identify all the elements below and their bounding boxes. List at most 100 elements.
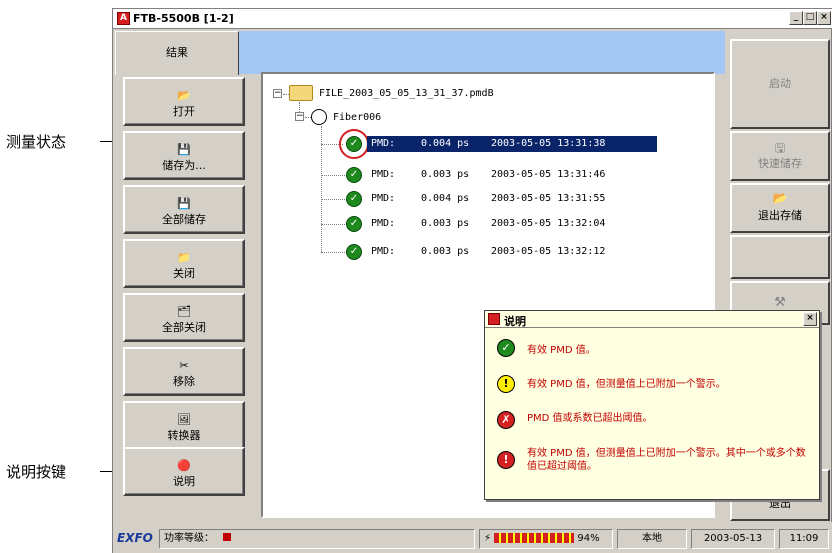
converter-icon: 🖼: [177, 413, 191, 426]
valid-check-icon: ✓: [346, 167, 362, 183]
row-value: 0.003 ps: [421, 218, 470, 229]
row-label: PMD:: [371, 193, 396, 204]
measurement-row[interactable]: PMD: 0.004 ps 2003-05-05 13:31:38: [367, 136, 657, 152]
tools-icon: ⚒: [774, 295, 786, 310]
valid-check-icon: ✓: [346, 244, 362, 260]
date-field: 2003-05-13: [691, 529, 775, 549]
close-button[interactable]: ×: [817, 11, 831, 25]
legend-item-warning-threshold: 有效 PMD 值，但测量值上已附加一个警示。其中一个或多个数值已超过阈值。: [527, 448, 806, 472]
warning-error-icon: !: [497, 451, 515, 469]
measurement-row[interactable]: PMD: 0.003 ps 2003-05-05 13:32:04: [367, 216, 657, 232]
close-all-button-label: 全部关闭: [162, 321, 206, 334]
power-level-label: 功率等级：: [164, 533, 214, 544]
quick-save-label: 快速储存: [758, 157, 802, 170]
floppy-icon: 🖫: [774, 141, 786, 155]
row-label: PMD:: [371, 218, 396, 229]
valid-check-icon: ✓: [346, 191, 362, 207]
open-button-label: 打开: [173, 105, 195, 118]
battery-gauge: [494, 533, 575, 543]
legend-button-label: 说明: [173, 475, 195, 488]
row-value: 0.004 ps: [421, 138, 470, 149]
legend-item-warning: 有效 PMD 值，但测量值上已附加一个警示。: [527, 379, 726, 390]
callout-legend-button: 说明按键: [6, 463, 67, 481]
callout-measurement-status: 测量状态: [6, 133, 67, 151]
folder-icon: [289, 85, 313, 101]
fiber-icon: [311, 109, 327, 125]
row-value: 0.003 ps: [421, 169, 470, 180]
row-value: 0.003 ps: [421, 246, 470, 257]
plug-icon: ⚡: [484, 533, 492, 544]
legend-icon: 🔴: [177, 459, 191, 472]
tree-connector: [321, 224, 345, 225]
brand-logo: EXFO: [117, 531, 153, 545]
valid-check-icon: ✓: [346, 136, 362, 152]
status-bar: EXFO 功率等级： ⚡ 94% 本地 2003-05-13 11:09: [113, 522, 832, 553]
power-level-bar: [223, 533, 232, 541]
remove-button[interactable]: ✂ 移除: [123, 347, 245, 396]
row-time: 2003-05-05 13:32:12: [491, 246, 606, 257]
save-as-button-label: 储存为...: [162, 159, 206, 172]
legend-title-bar: 说明 ×: [485, 311, 819, 328]
legend-item-threshold: PMD 值或系数已超出阈值。: [527, 413, 653, 424]
row-label: PMD:: [371, 169, 396, 180]
measurement-row[interactable]: PMD: 0.003 ps 2003-05-05 13:32:12: [367, 244, 657, 260]
app-icon: [488, 313, 500, 325]
quick-save-button[interactable]: 🖫 快速储存: [730, 131, 830, 181]
legend-item-valid: 有效 PMD 值。: [527, 345, 596, 356]
minimize-button[interactable]: _: [789, 11, 803, 25]
valid-check-icon: ✓: [346, 216, 362, 232]
save-all-button[interactable]: 💾 全部储存: [123, 185, 245, 234]
fiber-name[interactable]: Fiber006: [333, 112, 381, 123]
row-time: 2003-05-05 13:31:46: [491, 169, 606, 180]
open-folder-icon: 📂: [772, 191, 788, 205]
app-icon: A: [117, 12, 130, 25]
converter-button-label: 转换器: [167, 429, 201, 442]
collapse-file-icon[interactable]: −: [273, 89, 282, 98]
tree-connector: [321, 252, 345, 253]
legend-button[interactable]: 🔴 说明: [123, 447, 245, 496]
floppy-icon: 💾: [177, 143, 191, 156]
legend-title: 说明: [504, 315, 526, 328]
start-button[interactable]: 启动: [730, 39, 830, 129]
error-icon: ✗: [497, 411, 515, 429]
row-label: PMD:: [371, 138, 396, 149]
converter-button[interactable]: 🖼 转换器: [123, 401, 245, 450]
close-file-button-label: 关闭: [173, 267, 195, 280]
open-button[interactable]: 📂 打开: [123, 77, 245, 126]
file-name[interactable]: FILE_2003_05_05_13_31_37.pmdB: [319, 88, 494, 99]
measurement-row[interactable]: PMD: 0.004 ps 2003-05-05 13:31:55: [367, 191, 657, 207]
battery-percent: 94%: [577, 533, 600, 544]
tree-connector: [321, 175, 345, 176]
close-all-button[interactable]: 🗂 全部关闭: [123, 293, 245, 342]
warning-icon: !: [497, 375, 515, 393]
folders-icon: 🗂: [177, 305, 191, 318]
valid-check-icon: ✓: [497, 339, 515, 357]
title-bar: A FTB-5500B [1-2] _ □ ×: [113, 9, 832, 29]
row-time: 2003-05-05 13:32:04: [491, 218, 606, 229]
collapse-fiber-icon[interactable]: −: [295, 112, 304, 121]
row-time: 2003-05-05 13:31:38: [491, 138, 606, 149]
tree-connector: [321, 199, 345, 200]
row-time: 2003-05-05 13:31:55: [491, 193, 606, 204]
remove-icon: ✂: [179, 359, 189, 372]
floppy-icon: 💾: [177, 197, 191, 210]
exit-save-label: 退出存储: [758, 209, 802, 222]
exit-save-button[interactable]: 📂 退出存储: [730, 183, 830, 233]
row-label: PMD:: [371, 246, 396, 257]
folder-icon: 📁: [177, 251, 191, 264]
legend-popup: 说明 × ✓ 有效 PMD 值。 ! 有效 PMD 值，但测量值上已附加一个警示…: [484, 310, 820, 500]
close-file-button[interactable]: 📁 关闭: [123, 239, 245, 288]
save-as-button[interactable]: 💾 储存为...: [123, 131, 245, 180]
remove-button-label: 移除: [173, 375, 195, 388]
time-field: 11:09: [779, 529, 829, 549]
measurement-row[interactable]: PMD: 0.003 ps 2003-05-05 13:31:46: [367, 167, 657, 183]
tab-results[interactable]: 结果: [115, 31, 239, 75]
legend-close-button[interactable]: ×: [803, 312, 817, 326]
maximize-button[interactable]: □: [803, 11, 817, 25]
mode-field: 本地: [617, 529, 687, 549]
battery-field: ⚡ 94%: [479, 529, 613, 549]
window-title: FTB-5500B [1-2]: [133, 12, 234, 25]
right-blank-button[interactable]: [730, 235, 830, 279]
open-folder-icon: 📂: [177, 89, 191, 102]
power-level-field: 功率等级：: [159, 529, 475, 549]
